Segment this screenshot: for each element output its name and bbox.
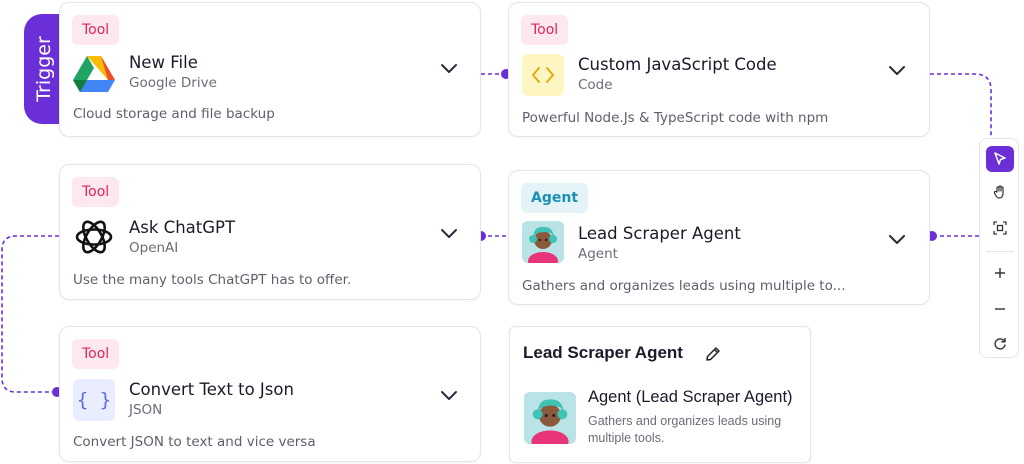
agent-avatar-icon (524, 392, 576, 444)
node-subtitle: Google Drive (129, 75, 217, 91)
tool-badge: Tool (72, 15, 120, 45)
node-title: Lead Scraper Agent (578, 224, 741, 243)
chevron-down-icon[interactable] (886, 228, 908, 250)
node-title: Custom JavaScript Code (578, 55, 777, 74)
node-title: Convert Text to Json (129, 380, 294, 399)
panel-agent-description: Gathers and organizes leads using multip… (588, 414, 782, 445)
tool-badge: Tool (521, 15, 569, 45)
agent-avatar-icon (522, 221, 564, 263)
google-drive-icon (73, 53, 115, 95)
hand-icon[interactable] (986, 179, 1014, 205)
node-description: Convert JSON to text and vice versa (73, 434, 316, 450)
fit-view-icon[interactable] (986, 215, 1014, 241)
reset-icon[interactable] (986, 331, 1014, 357)
node-description: Powerful Node.Js & TypeScript code with … (522, 110, 829, 126)
tool-badge: Tool (72, 177, 120, 207)
node-subtitle: JSON (129, 402, 163, 418)
node-description: Gathers and organizes leads using multip… (522, 278, 846, 294)
node-subtitle: Agent (578, 246, 618, 262)
node-new-file[interactable]: Tool New File Google Drive Cloud storage… (59, 2, 481, 137)
zoom-in-icon[interactable] (986, 260, 1014, 286)
connector-chatgpt-to-convert-json (1, 235, 59, 393)
node-ask-chatgpt[interactable]: Tool Ask ChatGPT OpenAI Use the many too… (59, 164, 481, 300)
chevron-down-icon[interactable] (438, 222, 460, 244)
chevron-down-icon[interactable] (886, 59, 908, 81)
trigger-label: Trigger (33, 36, 55, 102)
trigger-tab: Trigger (24, 14, 64, 124)
node-custom-javascript-code[interactable]: Tool Custom JavaScript Code Code Powerfu… (508, 2, 930, 137)
node-convert-text-to-json[interactable]: Tool { } Convert Text to Json JSON Conve… (59, 326, 481, 462)
json-braces-icon: { } (73, 379, 115, 421)
code-brackets-icon (522, 54, 564, 96)
node-description: Cloud storage and file backup (73, 106, 275, 122)
node-title: Ask ChatGPT (129, 218, 236, 237)
panel-agent-name: Agent (Lead Scraper Agent) (588, 388, 793, 406)
agent-detail-panel: Lead Scraper Agent Agent (Lead Scraper A… (509, 326, 811, 463)
panel-title: Lead Scraper Agent (523, 343, 683, 362)
canvas-toolbar (979, 138, 1019, 358)
cursor-icon[interactable] (986, 146, 1014, 172)
chevron-down-icon[interactable] (438, 57, 460, 79)
node-description: Use the many tools ChatGPT has to offer. (73, 272, 352, 288)
pencil-edit-icon[interactable] (704, 345, 722, 363)
node-title: New File (129, 53, 198, 72)
zoom-out-icon[interactable] (986, 296, 1014, 322)
tool-badge: Tool (72, 339, 120, 369)
chevron-down-icon[interactable] (438, 384, 460, 406)
node-subtitle: Code (578, 77, 613, 93)
connector-custom-js-to-toolbar (930, 73, 992, 138)
node-lead-scraper-agent[interactable]: Agent Lead Scraper Agent Agent Gathers a… (508, 170, 930, 305)
toolbar-divider (986, 251, 1014, 252)
openai-icon (73, 216, 115, 258)
agent-badge: Agent (521, 183, 589, 213)
node-subtitle: OpenAI (129, 240, 179, 256)
